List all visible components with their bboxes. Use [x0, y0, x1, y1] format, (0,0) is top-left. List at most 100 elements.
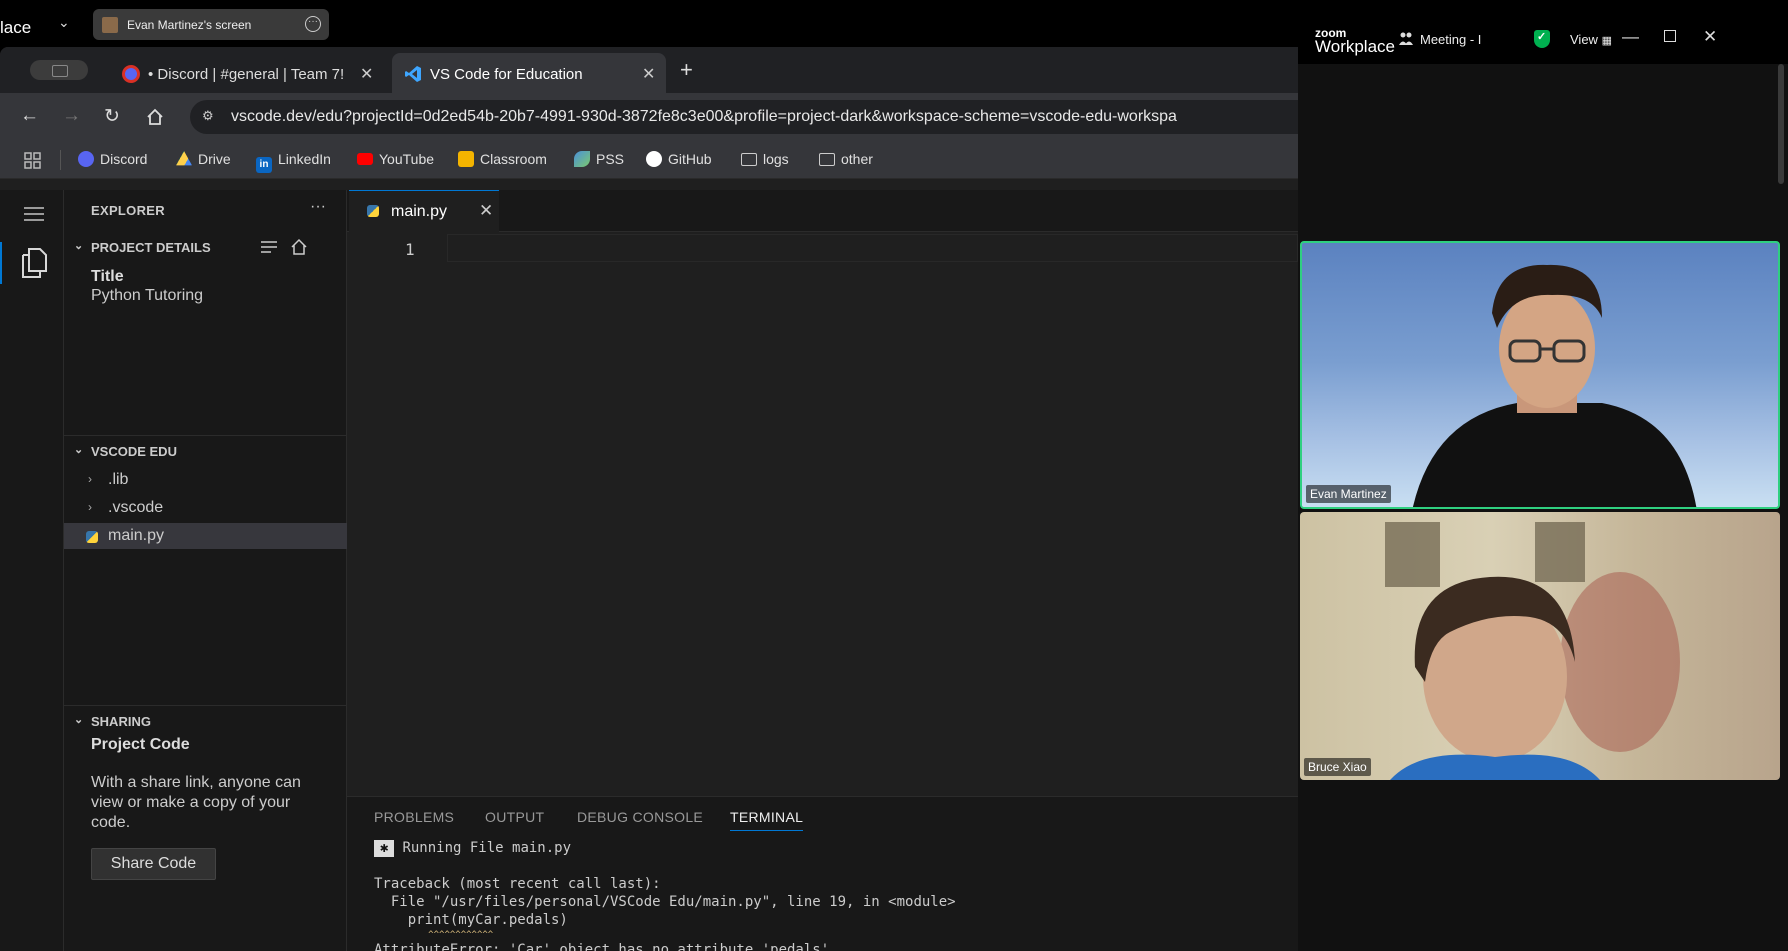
- forward-icon[interactable]: →: [62, 105, 81, 127]
- terminal-error-marker: ^^^^^^^^^^^^: [374, 930, 494, 940]
- terminal-badge: ✱: [374, 840, 395, 857]
- zoom-header: zoom Workplace Meeting - I View ▦ — ✕: [1298, 12, 1788, 64]
- tab-title: • Discord | #general | Team 7!: [148, 66, 344, 83]
- terminal-output[interactable]: ✱ Running File main.py Traceback (most re…: [374, 839, 956, 951]
- security-shield-icon[interactable]: [1534, 30, 1550, 48]
- bookmark-logs[interactable]: logs: [741, 151, 789, 167]
- chevron-right-icon: ›: [88, 500, 92, 514]
- tab-search-button[interactable]: [30, 60, 88, 80]
- terminal-line: AttributeError: 'Car' object has no attr…: [374, 942, 830, 951]
- bottom-panel: PROBLEMS OUTPUT DEBUG CONSOLE TERMINAL ✱…: [347, 796, 1298, 951]
- close-icon[interactable]: ✕: [479, 201, 493, 221]
- editor-tab-label: main.py: [391, 203, 448, 220]
- tree-item-main-py[interactable]: main.py: [64, 523, 347, 549]
- bookmark-drive[interactable]: Drive: [176, 151, 231, 167]
- activity-bar: [0, 190, 64, 951]
- tree-item-lib[interactable]: › .lib: [64, 467, 347, 493]
- menu-icon[interactable]: [24, 207, 44, 225]
- bookmark-github[interactable]: GitHub: [646, 151, 712, 167]
- apps-grid-icon[interactable]: [24, 152, 41, 169]
- new-tab-button[interactable]: +: [680, 57, 693, 83]
- browser-tab-discord[interactable]: • Discord | #general | Team 7! ✕: [110, 53, 380, 93]
- scrollbar[interactable]: [1778, 64, 1784, 184]
- view-label: View: [1570, 32, 1598, 47]
- sharing-title: Project Code: [91, 736, 190, 753]
- vscode-favicon-icon: [405, 66, 421, 82]
- bookmark-youtube[interactable]: YouTube: [357, 151, 434, 167]
- bookmark-classroom[interactable]: Classroom: [458, 151, 547, 167]
- maximize-icon[interactable]: [1664, 30, 1676, 42]
- site-info-icon[interactable]: ⚙: [202, 108, 218, 124]
- presenter-pill[interactable]: Evan Martinez's screen ···: [93, 9, 329, 40]
- close-tab-icon[interactable]: ✕: [360, 64, 373, 84]
- section-vscode-edu[interactable]: ⌄ VSCODE EDU: [64, 440, 346, 464]
- vscode-workbench: EXPLORER ··· ⌄ PROJECT DETAILS Title Pyt…: [0, 190, 1298, 951]
- linkedin-icon: in: [256, 157, 272, 173]
- chevron-down-icon: ⌄: [74, 240, 84, 252]
- tab-strip: • Discord | #general | Team 7! ✕ VS Code…: [0, 47, 1298, 93]
- chevron-down-icon: ⌄: [74, 444, 84, 456]
- section-divider: [64, 705, 346, 706]
- explorer-title: EXPLORER: [91, 203, 165, 218]
- folder-icon: [819, 153, 835, 166]
- participants-icon: [1399, 32, 1413, 45]
- minimize-icon[interactable]: —: [1622, 27, 1639, 47]
- chevron-down-icon[interactable]: ⌄: [58, 14, 70, 31]
- section-sharing[interactable]: ⌄ SHARING: [64, 710, 346, 734]
- view-button[interactable]: View ▦: [1570, 32, 1612, 47]
- participant-video: [1412, 264, 1697, 507]
- tab-output[interactable]: OUTPUT: [485, 809, 544, 825]
- classroom-icon: [458, 151, 474, 167]
- tab-debug-console[interactable]: DEBUG CONSOLE: [577, 809, 703, 825]
- editor-tab-main-py[interactable]: main.py ✕: [349, 190, 499, 232]
- browser-toolbar: ← → ↻ ⚙ vscode.dev/edu?projectId=0d2ed54…: [0, 93, 1298, 141]
- section-project-details[interactable]: ⌄ PROJECT DETAILS: [64, 236, 346, 260]
- tree-item-vscode[interactable]: › .vscode: [64, 495, 347, 521]
- chevron-down-icon: ⌄: [74, 714, 84, 726]
- video-tile-bruce[interactable]: Bruce Xiao: [1300, 512, 1780, 780]
- active-indicator: [0, 242, 2, 284]
- sharing-desc-line: code.: [91, 814, 131, 831]
- list-icon[interactable]: [260, 239, 278, 255]
- share-code-button[interactable]: Share Code: [91, 848, 216, 880]
- chevron-right-icon: ›: [88, 472, 92, 486]
- browser-window: • Discord | #general | Team 7! ✕ VS Code…: [0, 47, 1298, 951]
- app-name: lace: [0, 18, 32, 37]
- sharing-desc-line: With a share link, anyone can: [91, 774, 301, 791]
- bookmark-other[interactable]: other: [819, 151, 873, 167]
- screen-share-bar: lace ⌄ Evan Martinez's screen ···: [0, 0, 1298, 47]
- python-file-icon: [86, 531, 98, 543]
- meeting-info-button[interactable]: Meeting - I: [1420, 32, 1481, 47]
- bookmark-pss[interactable]: PSS: [574, 151, 624, 167]
- more-options-icon[interactable]: ···: [305, 16, 321, 32]
- close-tab-icon[interactable]: ✕: [642, 64, 655, 84]
- bookmark-linkedin[interactable]: in LinkedIn: [256, 151, 331, 173]
- home-icon[interactable]: [146, 108, 164, 126]
- video-tile-evan[interactable]: Evan Martinez: [1300, 241, 1780, 509]
- tab-problems[interactable]: PROBLEMS: [374, 809, 454, 825]
- sharing-description: With a share link, anyone can view or ma…: [91, 773, 301, 833]
- browser-tab-vscode[interactable]: VS Code for Education ✕: [392, 53, 666, 93]
- youtube-icon: [357, 153, 373, 165]
- current-line-highlight[interactable]: [447, 234, 1298, 262]
- participant-video: [1385, 522, 1680, 780]
- bookmark-discord[interactable]: Discord: [78, 151, 147, 167]
- bookmarks-bar: Discord Drive in LinkedIn YouTube Classro…: [0, 141, 1298, 179]
- participant-name: Bruce Xiao: [1304, 758, 1371, 776]
- editor-area: main.py ✕ 1: [347, 190, 1298, 796]
- line-number: 1: [405, 240, 415, 259]
- tab-terminal[interactable]: TERMINAL: [730, 809, 804, 831]
- section-header-label: PROJECT DETAILS: [91, 240, 211, 255]
- more-actions-icon[interactable]: ···: [310, 198, 326, 216]
- close-icon[interactable]: ✕: [1703, 27, 1717, 47]
- project-title-value: Python Tutoring: [91, 287, 204, 304]
- terminal-running-line: Running File main.py: [402, 840, 572, 856]
- address-bar[interactable]: ⚙ vscode.dev/edu?projectId=0d2ed54b-20b7…: [190, 100, 1298, 134]
- terminal-line: Traceback (most recent call last):: [374, 876, 661, 892]
- back-icon[interactable]: ←: [20, 105, 39, 127]
- reload-icon[interactable]: ↻: [104, 105, 120, 128]
- home-icon[interactable]: [290, 238, 308, 256]
- explorer-icon[interactable]: [20, 247, 48, 279]
- explorer-sidebar: EXPLORER ··· ⌄ PROJECT DETAILS Title Pyt…: [64, 190, 347, 951]
- section-header-label: VSCODE EDU: [91, 444, 177, 459]
